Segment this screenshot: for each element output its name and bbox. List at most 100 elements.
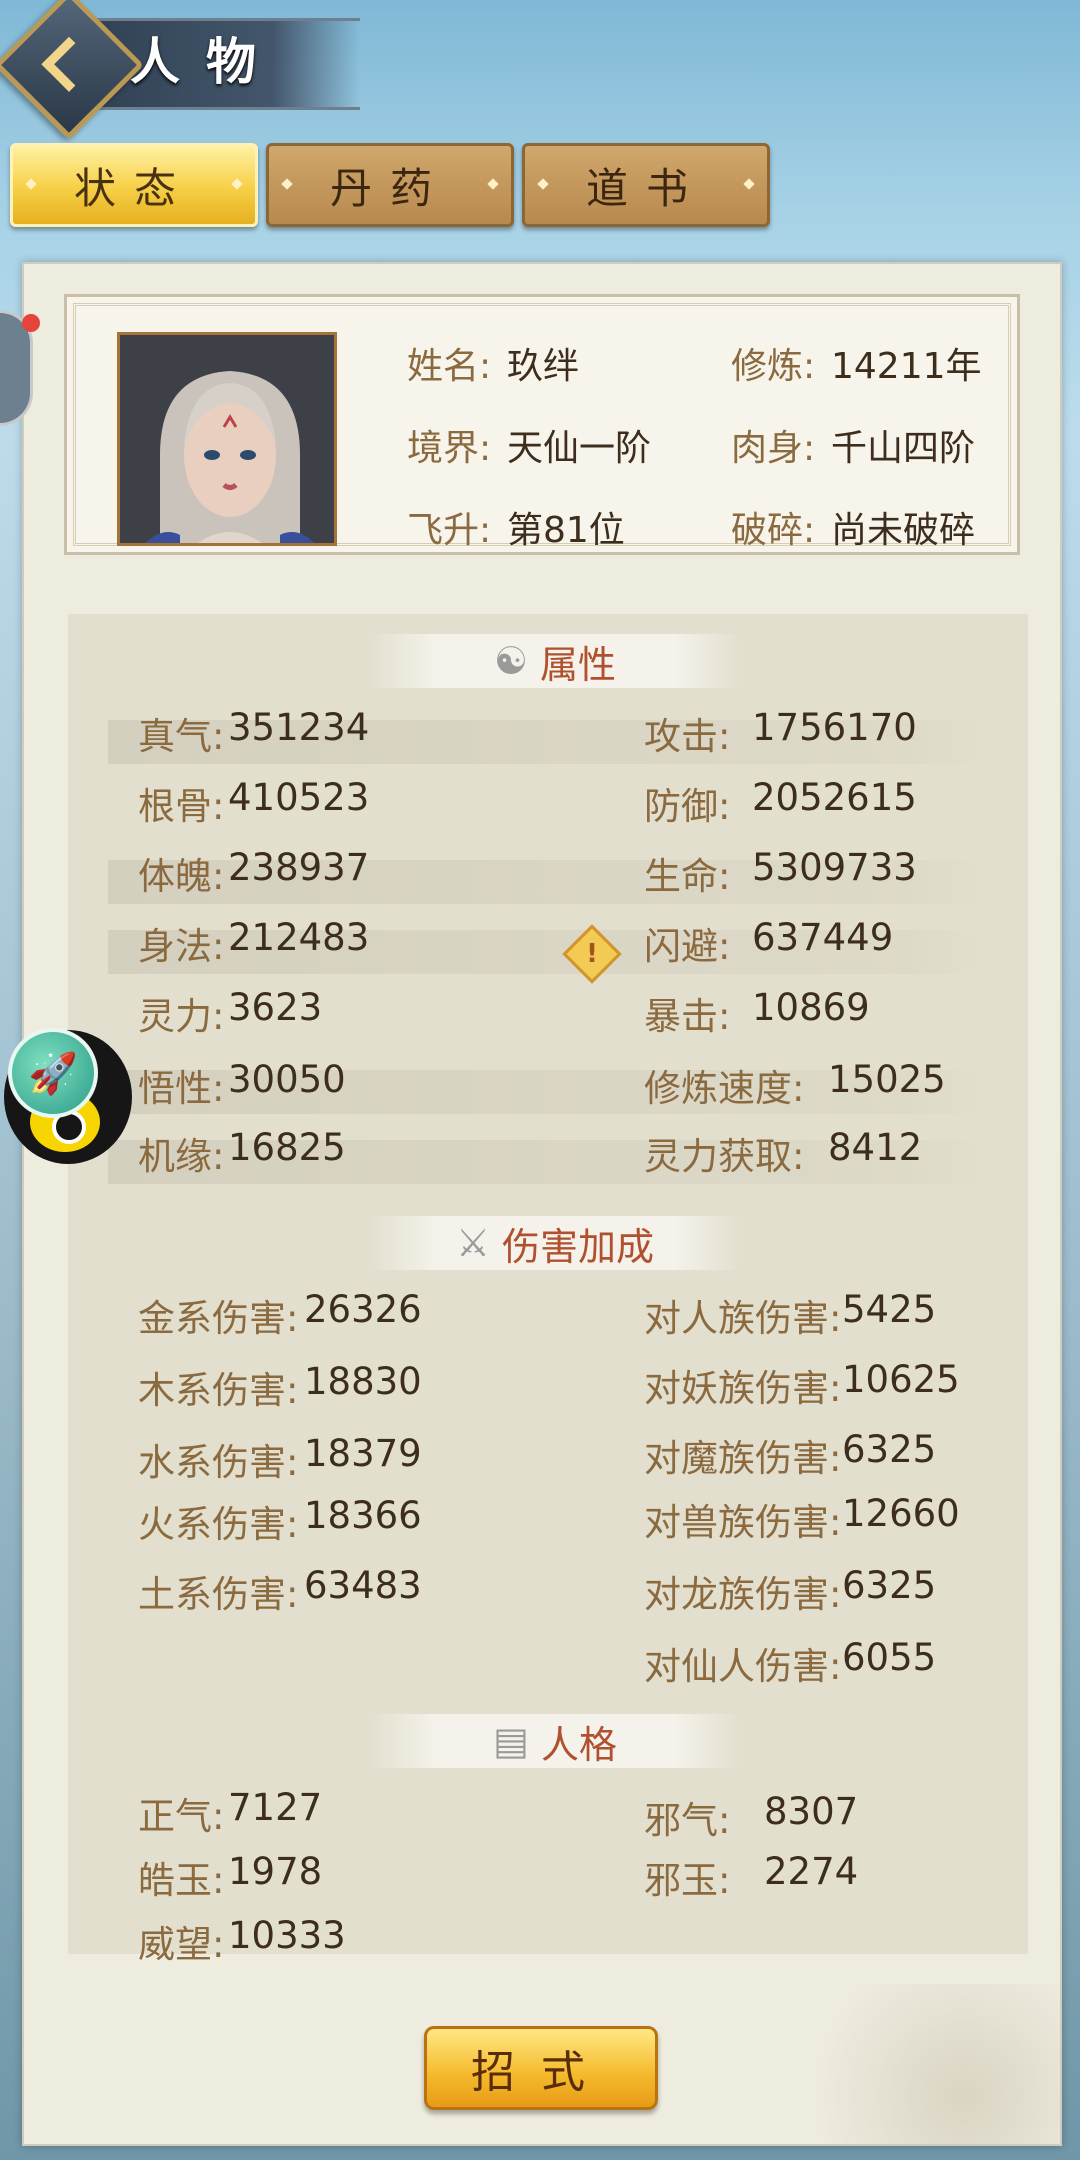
stat-value: 30050 (228, 1058, 346, 1101)
ascend-label: 飞升: (407, 510, 492, 551)
cloud-decoration (740, 1984, 1060, 2144)
tab-books[interactable]: 道书 (522, 143, 770, 227)
stat-label: 金系伤害: (138, 1297, 299, 1340)
stat-label: 机缘: (138, 1135, 225, 1178)
stat-label: 真气: (138, 715, 225, 758)
stat-label: 根骨: (138, 785, 225, 828)
header: 人物 (0, 0, 1080, 140)
stat-value: 212483 (228, 916, 370, 959)
stat-label: 正气: (138, 1795, 225, 1838)
stat-value: 238937 (228, 846, 370, 889)
stat-value: 637449 (752, 916, 894, 959)
attributes-header: ☯ 属性 (370, 634, 740, 688)
body-label: 肉身: (731, 428, 816, 469)
tab-ornament (281, 178, 293, 190)
tab-ornament (231, 178, 243, 190)
stat-value: 26326 (304, 1288, 422, 1331)
stat-value: 10869 (752, 986, 870, 1029)
stat-value: 10333 (228, 1914, 346, 1957)
stat-value: 8412 (828, 1126, 923, 1169)
stat-value: 18366 (304, 1494, 422, 1537)
stat-value: 6055 (842, 1636, 937, 1679)
stat-label: 生命: (644, 855, 731, 898)
name-value: 玖绊 (507, 346, 580, 387)
stat-label: 对兽族伤害: (644, 1501, 842, 1544)
stat-value: 3623 (228, 986, 323, 1029)
stat-label: 闪避: (644, 925, 731, 968)
stat-value: 2052615 (752, 776, 917, 819)
cultivate-value: 14211年 (831, 346, 982, 387)
stat-label: 体魄: (138, 855, 225, 898)
stat-label: 防御: (644, 785, 731, 828)
stat-value: 7127 (228, 1786, 323, 1829)
stat-value: 2274 (764, 1850, 859, 1893)
stat-label: 火系伤害: (138, 1503, 299, 1546)
damage-header: ⚔ 伤害加成 (370, 1216, 740, 1270)
tab-label: 丹药 (329, 163, 450, 213)
stat-value: 351234 (228, 706, 370, 749)
stat-label: 皓玉: (138, 1859, 225, 1902)
stat-label: 对龙族伤害: (644, 1573, 842, 1616)
back-arrow-icon (41, 36, 97, 92)
break-label: 破碎: (731, 510, 816, 551)
body-value: 千山四阶 (831, 428, 976, 469)
cultivate-label: 修炼: (731, 346, 816, 387)
stat-value: 18379 (304, 1432, 422, 1475)
stat-label: 木系伤害: (138, 1369, 299, 1412)
realm-value: 天仙一阶 (507, 428, 652, 469)
notification-dot (22, 314, 40, 332)
stat-value: 63483 (304, 1564, 422, 1607)
stat-label: 灵力获取: (644, 1135, 805, 1178)
profile-card: 姓名: 玖绊 境界: 天仙一阶 飞升: 第81位 修炼: 14211年 肉身: … (64, 294, 1020, 555)
stat-label: 攻击: (644, 715, 731, 758)
stats-panel: ☯ 属性 真气: 351234 根骨: 410523 体魄: 238937 身法… (68, 614, 1028, 1966)
scroll-icon: ▤ (493, 1719, 529, 1763)
stat-label: 土系伤害: (138, 1573, 299, 1616)
tab-ornament (25, 178, 37, 190)
tab-status[interactable]: 状态 (10, 143, 258, 227)
personality-header: ▤ 人格 (370, 1714, 740, 1768)
stat-label: 对人族伤害: (644, 1297, 842, 1340)
stat-value: 5425 (842, 1288, 937, 1331)
tab-ornament (537, 178, 549, 190)
stat-label: 对仙人伤害: (644, 1645, 842, 1688)
tab-label: 状态 (73, 163, 194, 213)
yin-yang-icon: ☯ (493, 639, 529, 683)
stat-value: 8307 (764, 1790, 859, 1833)
main-panel: 姓名: 玖绊 境界: 天仙一阶 飞升: 第81位 修炼: 14211年 肉身: … (22, 262, 1062, 2146)
ascend-value: 第81位 (507, 510, 625, 551)
stat-label: 威望: (138, 1923, 225, 1966)
break-value: 尚未破碎 (831, 510, 976, 551)
page-title: 人物 (130, 33, 282, 91)
tab-ornament (743, 178, 755, 190)
avatar[interactable] (117, 332, 337, 546)
section-title: 伤害加成 (502, 1224, 655, 1269)
stat-label: 水系伤害: (138, 1441, 299, 1484)
section-title: 人格 (540, 1722, 617, 1767)
stat-value: 1978 (228, 1850, 323, 1893)
stat-value: 15025 (828, 1058, 946, 1101)
stat-label: 对魔族伤害: (644, 1437, 842, 1480)
crossed-swords-icon: ⚔ (455, 1221, 491, 1265)
stat-value: 410523 (228, 776, 370, 819)
stat-value: 12660 (842, 1492, 960, 1535)
stat-value: 6325 (842, 1564, 937, 1607)
stat-value: 16825 (228, 1126, 346, 1169)
stat-value: 18830 (304, 1360, 422, 1403)
stat-value: 1756170 (752, 706, 917, 749)
tab-pills[interactable]: 丹药 (266, 143, 514, 227)
stat-value: 10625 (842, 1358, 960, 1401)
stat-label: 修炼速度: (644, 1067, 805, 1110)
stat-label: 身法: (138, 925, 225, 968)
stat-label: 悟性: (138, 1067, 225, 1110)
tab-ornament (487, 178, 499, 190)
stat-value: 6325 (842, 1428, 937, 1471)
skills-button[interactable]: 招式 (424, 2026, 658, 2110)
rocket-icon[interactable]: 🚀 (8, 1028, 98, 1118)
stat-label: 暴击: (644, 995, 731, 1038)
section-title: 属性 (540, 642, 617, 687)
stat-label: 灵力: (138, 995, 225, 1038)
tab-label: 道书 (585, 163, 706, 213)
stat-label: 邪玉: (644, 1859, 731, 1902)
stat-label: 对妖族伤害: (644, 1367, 842, 1410)
